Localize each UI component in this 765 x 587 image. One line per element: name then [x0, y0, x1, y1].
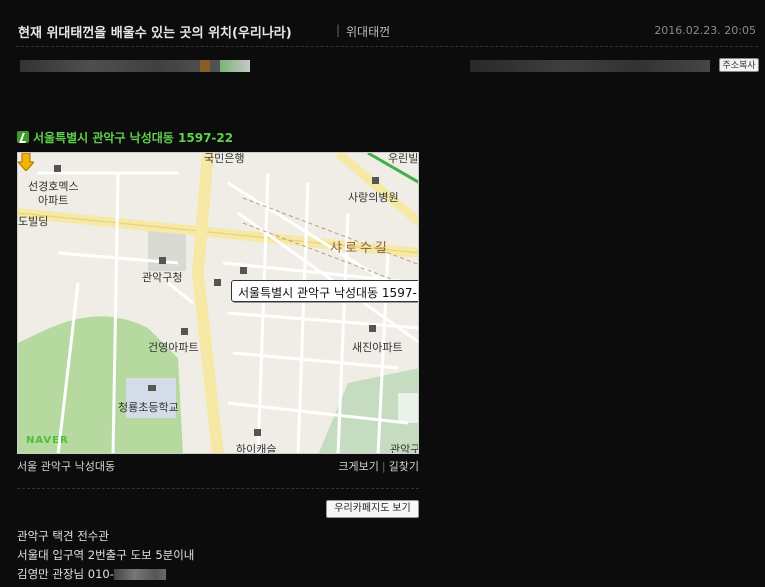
copy-address-button[interactable]: 주소복사: [719, 58, 759, 72]
enlarge-map-link[interactable]: 크게보기: [338, 460, 378, 473]
map-label-gu-office: 관악구청: [142, 271, 183, 284]
contact-prefix: 김영만 관장님 010-: [17, 567, 114, 581]
body-line-directions: 서울대 입구역 2번출구 도보 5분이내: [17, 548, 195, 562]
map-link-separator: |: [381, 460, 386, 473]
post-category[interactable]: 위대태껀: [346, 23, 390, 40]
redacted-author-info: [20, 60, 250, 72]
gu-office-area: [148, 231, 186, 271]
map-address-title[interactable]: 서울특별시 관악구 낙성대동 1597-22: [33, 129, 233, 146]
map-label-building-top: 우린빌: [388, 152, 419, 165]
redacted-badge-icon: [220, 60, 250, 72]
map-label-bottom: 하이캐슬: [236, 443, 277, 454]
map-location-callout[interactable]: 서울특별시 관악구 낙성대동 1597-: [231, 280, 418, 302]
map-label-school: 청룡초등학교: [118, 401, 179, 414]
redacted-level-icon: [200, 60, 210, 72]
map-label-building-left: 도빌딩: [18, 215, 49, 228]
map-label-apt-a2: 아파트: [38, 194, 69, 207]
map-label-street: 샤로수길: [330, 241, 390, 256]
map-view[interactable]: 국민은행 우린빌 선경호멕스 아파트 도빌딩 사랑의병원 샤로수길 관악구청 건…: [17, 152, 419, 454]
building-block: [398, 393, 418, 423]
title-separator: |: [336, 23, 341, 37]
map-label-bottom-right: 관악구: [390, 443, 419, 454]
map-caption: 서울 관악구 낙성대동: [17, 460, 116, 473]
redacted-phone: [113, 569, 166, 580]
post-header: 현재 위대태껀을 배울수 있는 곳의 위치(우리나라) | 위대태껀 2016.…: [16, 22, 758, 46]
map-marker-icon: [17, 131, 29, 143]
post-title[interactable]: 현재 위대태껀을 배울수 있는 곳의 위치(우리나라): [18, 22, 292, 41]
map-address-heading: 서울특별시 관악구 낙성대동 1597-22: [17, 129, 233, 145]
map-label-hospital: 사랑의병원: [348, 191, 399, 204]
view-cafe-map-button[interactable]: 우리카페지도 보기: [326, 500, 419, 518]
location-pin-icon[interactable]: [18, 153, 34, 171]
directions-link[interactable]: 길찾기: [389, 460, 419, 473]
map-label-apt-c: 새진아파트: [352, 341, 403, 354]
header-divider: [16, 46, 758, 47]
map-divider: [17, 488, 419, 489]
map-label-bank: 국민은행: [204, 152, 245, 165]
redacted-post-url: [470, 60, 710, 72]
naver-logo: NAVER: [26, 435, 69, 446]
body-line-dojang: 관악구 택견 전수관: [17, 529, 109, 543]
post-date: 2016.02.23. 20:05: [654, 24, 756, 37]
map-links: 크게보기 | 길찾기: [338, 458, 419, 474]
map-label-apt-b: 건영아파트: [148, 341, 199, 354]
post-body: 관악구 택견 전수관 서울대 입구역 2번출구 도보 5분이내 김영만 관장님 …: [17, 527, 194, 584]
body-line-contact: 김영만 관장님 010-: [17, 565, 194, 584]
